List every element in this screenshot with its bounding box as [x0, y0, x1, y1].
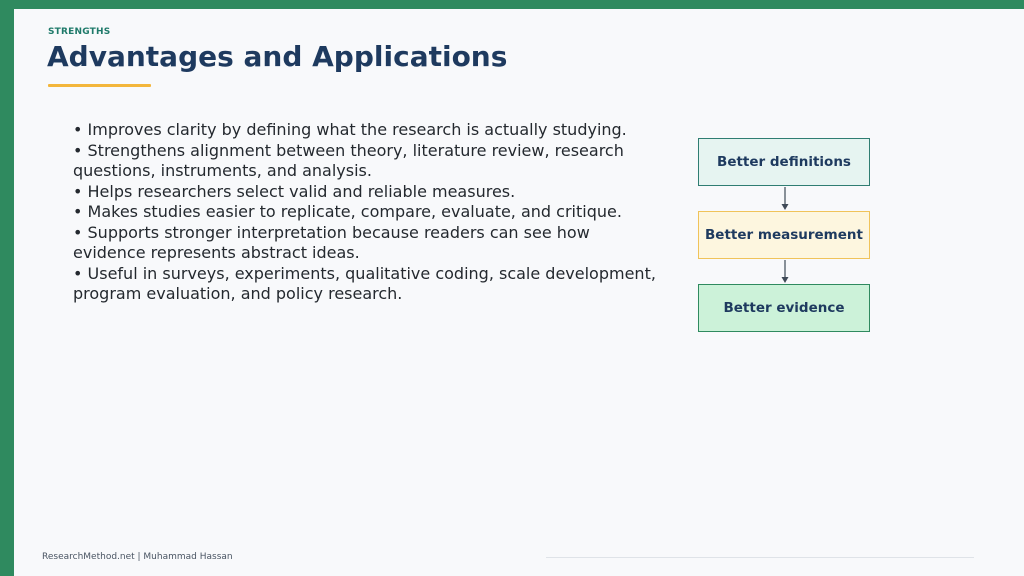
- bullet-item: • Helps researchers select valid and rel…: [73, 181, 516, 201]
- left-accent-bar: [0, 0, 14, 576]
- bullet-item: • Supports stronger interpretation becau…: [73, 222, 590, 263]
- bullet-item: • Improves clarity by defining what the …: [73, 120, 627, 139]
- flow-box-evidence: Better evidence: [698, 284, 870, 332]
- down-arrow-icon: [781, 260, 789, 283]
- section-eyebrow: STRENGTHS: [48, 27, 111, 37]
- bullet-item: • Useful in surveys, experiments, qualit…: [73, 263, 656, 304]
- bullet-item: • Strengthens alignment between theory, …: [73, 140, 624, 181]
- flow-box-definitions: Better definitions: [698, 138, 870, 186]
- footer-divider: [546, 557, 974, 558]
- footer-credit: ResearchMethod.net | Muhammad Hassan: [42, 552, 233, 562]
- bullet-item: • Makes studies easier to replicate, com…: [73, 202, 622, 221]
- top-accent-bar: [0, 0, 1024, 9]
- flow-box-measurement: Better measurement: [698, 211, 870, 259]
- title-underline: [48, 84, 151, 87]
- bullet-list: • Improves clarity by defining what the …: [73, 120, 663, 305]
- slide-title: Advantages and Applications: [47, 40, 508, 73]
- down-arrow-icon: [781, 187, 789, 210]
